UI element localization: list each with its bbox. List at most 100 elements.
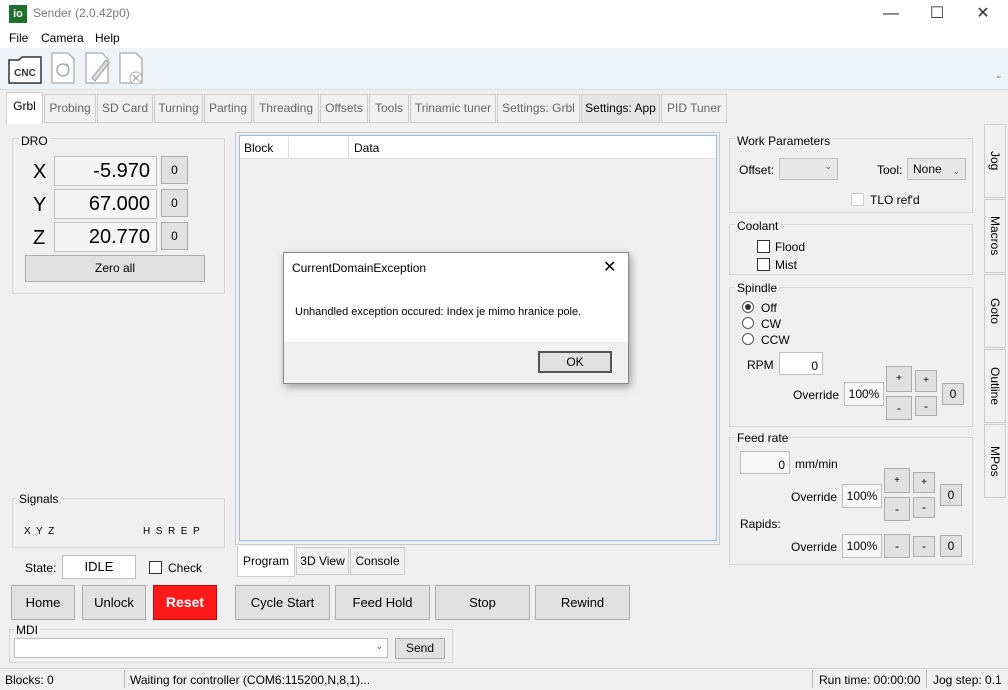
rapids-reset-button[interactable]: 0 xyxy=(940,535,962,557)
chevron-down-icon[interactable]: ⌄ xyxy=(375,641,383,652)
offset-label: Offset: xyxy=(739,163,775,177)
feed-value: 0 xyxy=(740,451,790,474)
toolbar-overflow-icon[interactable]: ⁼ xyxy=(996,74,1001,85)
dialog-close-icon[interactable]: ✕ xyxy=(603,257,616,277)
rpm-input[interactable]: 0 xyxy=(779,352,823,375)
cnc-text: CNC xyxy=(14,68,36,79)
chevron-down-icon: ⌄ xyxy=(952,166,960,176)
spindle-cw-label: CW xyxy=(761,317,781,331)
spindle-override-fine-minus-button[interactable]: - xyxy=(915,396,937,416)
edit-file-icon[interactable] xyxy=(82,50,112,86)
tlo-checkbox[interactable] xyxy=(851,193,864,206)
mist-label: Mist xyxy=(775,258,797,272)
minimize-button[interactable]: — xyxy=(868,0,914,28)
dialog-ok-button[interactable]: OK xyxy=(538,351,612,373)
side-tab-macros[interactable]: Macros xyxy=(984,199,1006,273)
feed-override-fine-minus-button[interactable]: - xyxy=(913,497,935,518)
tab-threading[interactable]: Threading xyxy=(253,94,319,123)
cycle-start-button[interactable]: Cycle Start xyxy=(235,585,330,620)
stop-button[interactable]: Stop xyxy=(435,585,530,620)
tab-grbl[interactable]: Grbl xyxy=(6,92,43,124)
tab-parting[interactable]: Parting xyxy=(204,94,252,123)
rapids-label: Rapids: xyxy=(740,517,781,531)
spindle-ccw-radio[interactable] xyxy=(742,333,754,345)
close-file-icon[interactable] xyxy=(116,50,146,86)
spindle-off-radio[interactable] xyxy=(742,301,754,313)
status-separator xyxy=(124,670,125,688)
state-value: IDLE xyxy=(62,555,136,579)
check-mode-checkbox[interactable] xyxy=(149,561,162,574)
offset-select[interactable]: ⌄ xyxy=(779,158,838,180)
tab-settings-app[interactable]: Settings: App xyxy=(581,94,660,123)
dro-title: DRO xyxy=(19,134,50,148)
status-runtime: Run time: 00:00:00 xyxy=(819,673,921,687)
spindle-override-plus-button[interactable]: + xyxy=(886,366,912,392)
rapids-fine-minus-button[interactable]: - xyxy=(913,536,935,557)
menu-help[interactable]: Help xyxy=(95,31,120,45)
dro-y-value[interactable]: 67.000 xyxy=(54,189,157,219)
grid-header-block[interactable]: Block xyxy=(244,141,273,155)
maximize-button[interactable]: ☐ xyxy=(914,0,960,28)
spindle-override-reset-button[interactable]: 0 xyxy=(942,383,964,405)
reset-button[interactable]: Reset xyxy=(153,585,217,620)
tab-tools[interactable]: Tools xyxy=(369,94,409,123)
rewind-button[interactable]: Rewind xyxy=(535,585,630,620)
tab-pid-tuner[interactable]: PID Tuner xyxy=(661,94,727,123)
flood-label: Flood xyxy=(775,240,806,254)
feed-unit: mm/min xyxy=(795,457,838,471)
tab-program[interactable]: Program xyxy=(237,546,295,577)
home-button[interactable]: Home xyxy=(11,585,75,620)
side-tab-mpos[interactable]: MPos xyxy=(984,424,1006,498)
menu-camera[interactable]: Camera xyxy=(41,31,84,45)
tool-select[interactable]: None ⌄ xyxy=(907,158,966,180)
spindle-off-label: Off xyxy=(761,301,777,315)
tab-turning[interactable]: Turning xyxy=(154,94,203,123)
unlock-button[interactable]: Unlock xyxy=(82,585,146,620)
cnc-folder-icon[interactable]: CNC xyxy=(7,50,45,86)
mist-checkbox[interactable] xyxy=(757,258,770,271)
tab-offsets[interactable]: Offsets xyxy=(320,94,368,123)
side-tab-outline[interactable]: Outline xyxy=(984,349,1006,423)
spindle-override-minus-button[interactable]: - xyxy=(886,396,912,420)
zero-z-button[interactable]: 0 xyxy=(161,222,188,250)
tab-trinamic-tuner[interactable]: Trinamic tuner xyxy=(410,94,496,123)
side-tab-jog[interactable]: Jog xyxy=(984,124,1006,198)
tab-console[interactable]: Console xyxy=(350,547,405,575)
tool-select-value: None xyxy=(913,162,942,176)
coolant-title: Coolant xyxy=(735,219,781,233)
reload-file-icon[interactable] xyxy=(48,50,78,86)
zero-y-button[interactable]: 0 xyxy=(161,189,188,217)
spindle-override-fine-plus-button[interactable]: + xyxy=(915,370,937,392)
feed-override-fine-plus-button[interactable]: + xyxy=(913,472,935,493)
zero-x-button[interactable]: 0 xyxy=(161,156,188,184)
send-button[interactable]: Send xyxy=(395,638,445,659)
spindle-ccw-label: CCW xyxy=(761,333,790,347)
menu-file[interactable]: File xyxy=(9,31,28,45)
rapids-minus-button[interactable]: - xyxy=(884,534,910,558)
mdi-input[interactable]: ⌄ xyxy=(14,638,388,658)
grid-header-data[interactable]: Data xyxy=(354,141,379,155)
tab-probing[interactable]: Probing xyxy=(44,94,96,123)
feed-override-minus-button[interactable]: - xyxy=(884,497,910,521)
feed-override-reset-button[interactable]: 0 xyxy=(940,484,962,506)
chevron-down-icon: ⌄ xyxy=(824,161,832,171)
tab-sd-card[interactable]: SD Card xyxy=(97,94,153,123)
feed-override-plus-button[interactable]: + xyxy=(884,468,910,493)
status-blocks: Blocks: 0 xyxy=(5,673,54,687)
flood-checkbox[interactable] xyxy=(757,240,770,253)
close-window-button[interactable]: ✕ xyxy=(960,0,1006,28)
feed-hold-button[interactable]: Feed Hold xyxy=(335,585,430,620)
tab-settings-grbl[interactable]: Settings: Grbl xyxy=(497,94,580,123)
window-title: Sender (2.0.42p0) xyxy=(33,6,130,20)
zero-all-button[interactable]: Zero all xyxy=(25,255,205,282)
feed-title: Feed rate xyxy=(735,431,791,445)
dro-z-value[interactable]: 20.770 xyxy=(54,222,157,252)
grid-divider xyxy=(288,137,289,158)
status-jog-step: Jog step: 0.1 xyxy=(933,673,1002,687)
signals-inputs: H S R E P xyxy=(143,526,200,537)
signals-title: Signals xyxy=(17,492,61,506)
dro-x-value[interactable]: -5.970 xyxy=(54,156,157,186)
tab-3d-view[interactable]: 3D View xyxy=(296,547,349,575)
spindle-cw-radio[interactable] xyxy=(742,317,754,329)
side-tab-goto[interactable]: Goto xyxy=(984,274,1006,348)
